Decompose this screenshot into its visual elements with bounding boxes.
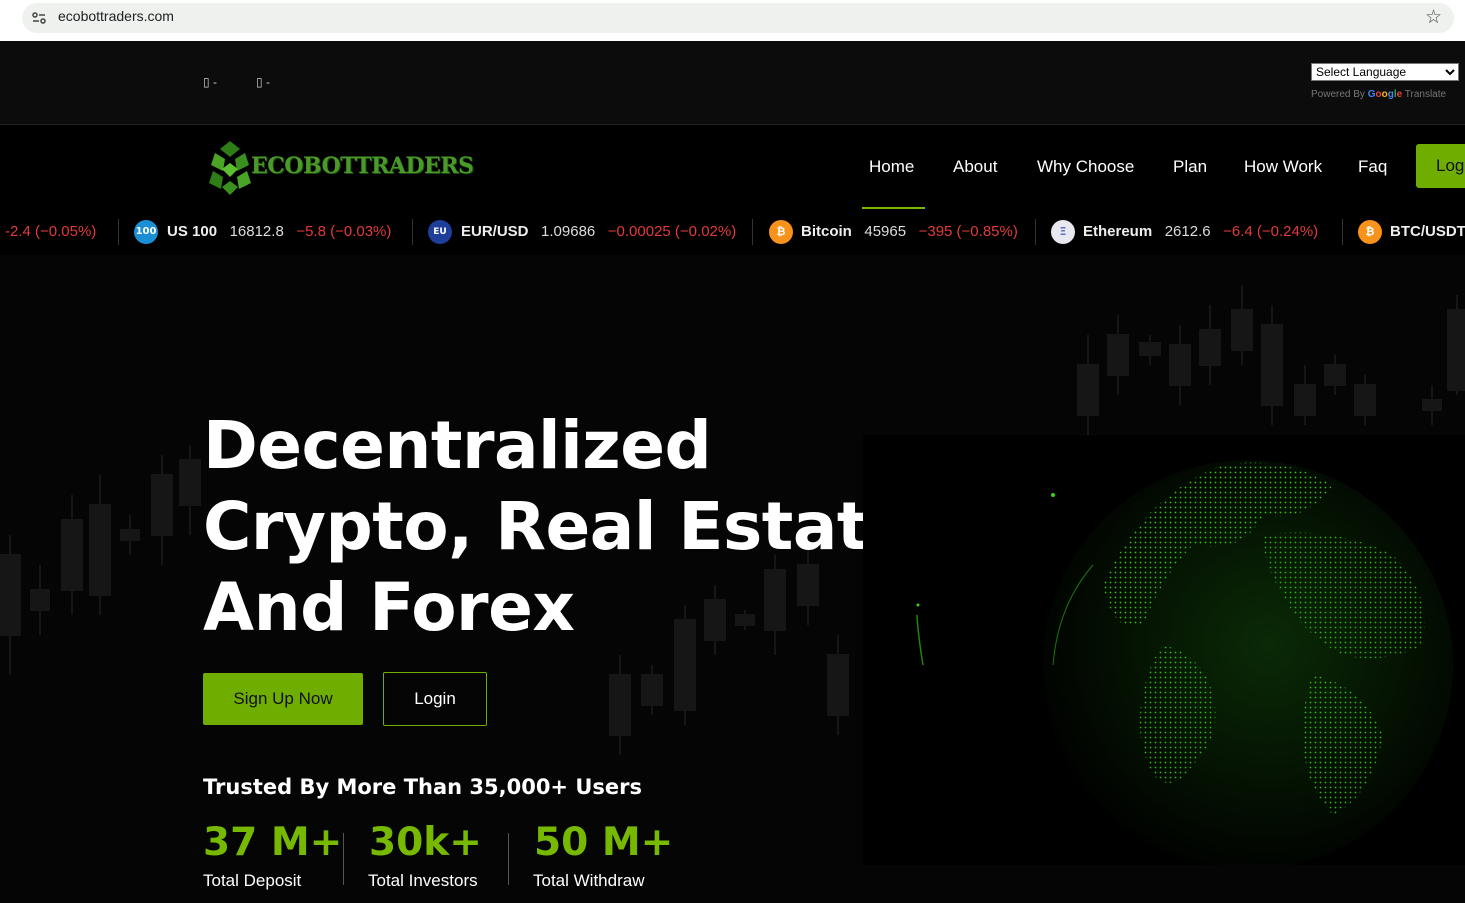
ticker-divider	[752, 219, 753, 245]
ticker-item[interactable]: Ethereum 2612.6 −6.4 (−0.24%)	[1083, 223, 1318, 240]
url-text[interactable]: ecobottraders.com	[58, 8, 174, 24]
stat-divider	[343, 833, 344, 885]
powered-by-google-translate: Powered By Google Translate	[1311, 89, 1447, 100]
nav-why-choose[interactable]: Why Choose	[1037, 157, 1134, 177]
site-info-icon[interactable]	[30, 9, 48, 27]
hero-title: Decentralized Crypto, Real Estate, And F…	[203, 407, 937, 646]
ticker-item[interactable]: -2.4 (−0.05%)	[5, 223, 96, 240]
nav-login-button[interactable]: Log	[1416, 144, 1465, 188]
browser-toolbar: ecobottraders.com ☆	[0, 0, 1465, 41]
translate-link[interactable]: Translate	[1405, 89, 1446, 100]
nav-about[interactable]: About	[953, 157, 997, 177]
globe-icon	[916, 460, 1453, 870]
trusted-tagline: Trusted By More Than 35,000+ Users	[203, 775, 642, 799]
nav-plan[interactable]: Plan	[1173, 157, 1207, 177]
sign-up-button[interactable]: Sign Up Now	[203, 673, 363, 725]
top-info-bar: ▯ - ▯ - Select Language Powered By Googl…	[0, 41, 1465, 125]
language-select[interactable]: Select Language	[1311, 63, 1459, 81]
site-logo[interactable]: ECOBOTTRADERS	[205, 137, 474, 197]
ticker-divider	[412, 219, 413, 245]
ethereum-icon: Ξ	[1051, 220, 1075, 244]
globe-image	[863, 435, 1465, 870]
ticker-divider	[1342, 219, 1343, 245]
login-button[interactable]: Login	[383, 672, 487, 726]
btc-usdt-icon: ₿	[1358, 220, 1382, 244]
stat-total-deposit-value: 37 M+	[203, 820, 343, 865]
stat-total-investors-label: Total Investors	[368, 871, 478, 890]
ticker-item[interactable]: BTC/USDT	[1390, 223, 1465, 240]
nav-home[interactable]: Home	[869, 157, 914, 177]
logo-emblem-icon	[209, 141, 251, 195]
stat-total-deposit-label: Total Deposit	[203, 871, 302, 890]
us100-icon: 100	[134, 220, 158, 244]
main-navbar: ECOBOTTRADERS Home About Why Choose Plan…	[0, 125, 1465, 209]
ticker-divider	[118, 219, 119, 245]
address-bar[interactable]: ecobottraders.com ☆	[22, 3, 1454, 33]
price-ticker: -2.4 (−0.05%) 100 US 100 16812.8 −5.8 (−…	[0, 209, 1465, 255]
ticker-divider	[1035, 219, 1036, 245]
stat-total-withdraw-value: 50 M+	[534, 820, 674, 865]
google-logo: Google	[1367, 89, 1403, 100]
bitcoin-icon: ₿	[769, 220, 793, 244]
hero-section: Decentralized Crypto, Real Estate, And F…	[0, 255, 1465, 903]
nav-how-work[interactable]: How Work	[1244, 157, 1322, 177]
stat-total-investors-value: 30k+	[369, 820, 482, 865]
ticker-item[interactable]: US 100 16812.8 −5.8 (−0.03%)	[167, 223, 391, 240]
contact-phone: ▯ -	[203, 75, 217, 89]
ticker-item[interactable]: Bitcoin 45965 −395 (−0.85%)	[801, 223, 1018, 240]
stat-divider	[508, 833, 509, 885]
bookmark-star-icon[interactable]: ☆	[1425, 6, 1442, 28]
nav-faq[interactable]: Faq	[1358, 157, 1387, 177]
ticker-item[interactable]: EUR/USD 1.09686 −0.00025 (−0.02%)	[461, 223, 736, 240]
eurusd-flag-icon: EU	[428, 220, 452, 244]
logo-text: ECOBOTTRADERS	[251, 153, 474, 179]
stat-total-withdraw-label: Total Withdraw	[533, 871, 645, 890]
contact-email: ▯ -	[256, 75, 270, 89]
